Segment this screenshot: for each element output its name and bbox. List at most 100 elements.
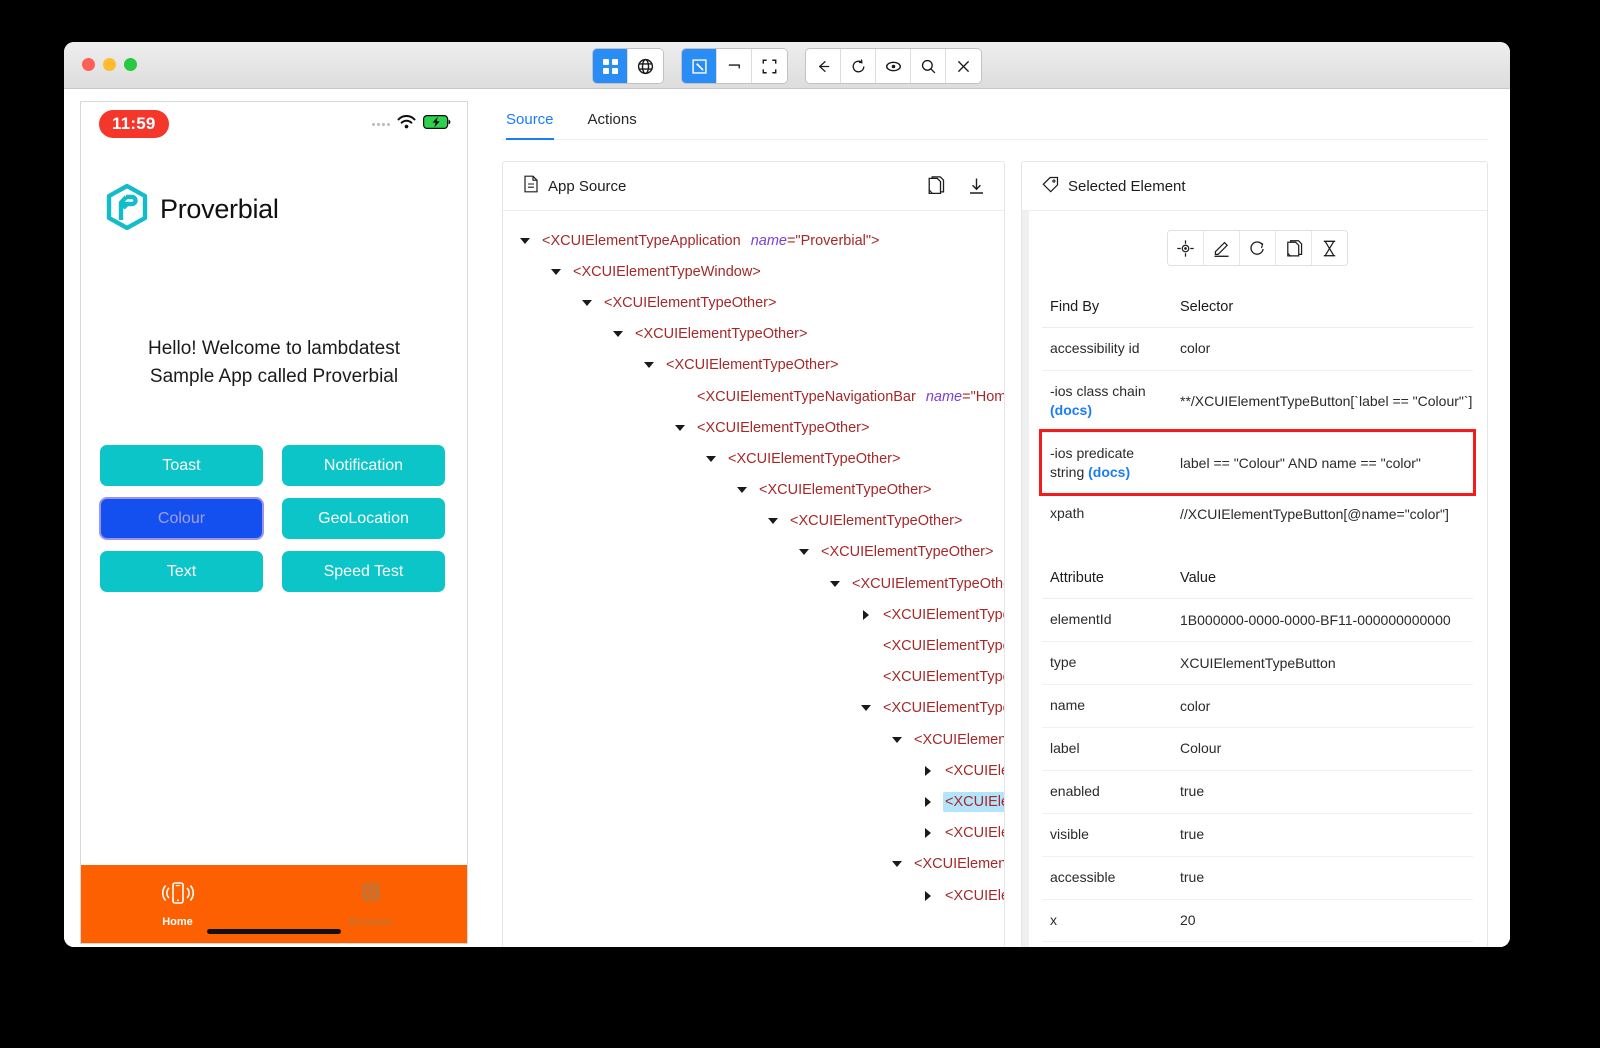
caret-down-icon[interactable]: [579, 300, 595, 306]
globe-icon[interactable]: [628, 49, 663, 83]
selected-element-title-group: Selected Element: [1042, 176, 1186, 197]
minimize-window-button[interactable]: [103, 58, 116, 71]
clear-icon[interactable]: [1240, 231, 1276, 265]
copy-icon[interactable]: [926, 176, 945, 196]
device-tabbar: Home Browser: [81, 865, 467, 943]
find-by-selector[interactable]: label == "Colour" AND name == "color": [1172, 432, 1473, 493]
app-button-geolocation[interactable]: GeoLocation: [282, 498, 445, 539]
caret-down-icon[interactable]: [796, 549, 812, 555]
close-window-button[interactable]: [82, 58, 95, 71]
caret-down-icon[interactable]: [548, 269, 564, 275]
tree-row[interactable]: <XCUIElementTypeOther>: [503, 599, 1004, 630]
find-by-selector[interactable]: color: [1172, 328, 1473, 371]
tree-row[interactable]: <XCUIElementTypeWindow>: [503, 256, 1004, 287]
attribute-row: enabledtrue: [1042, 770, 1473, 813]
app-button-toast[interactable]: Toast: [100, 445, 263, 486]
caret-right-icon[interactable]: [858, 610, 874, 620]
app-source-tree[interactable]: <XCUIElementTypeApplicationname="Proverb…: [503, 211, 1004, 947]
swipe-icon[interactable]: [717, 49, 752, 83]
get-timing-icon[interactable]: [1312, 231, 1347, 265]
eye-icon[interactable]: [876, 49, 911, 83]
selected-element-scrollbar[interactable]: [1022, 211, 1029, 947]
tree-row[interactable]: <XCUIElementTypeOther>: [503, 412, 1004, 443]
tree-row[interactable]: <XCUIElementTypeOther>: [503, 287, 1004, 318]
grid-view-icon[interactable]: [593, 49, 628, 83]
tab-actions[interactable]: Actions: [588, 111, 637, 139]
app-source-title: App Source: [548, 178, 626, 195]
tree-row[interactable]: <XCUIElementTypeOther>: [503, 537, 1004, 568]
app-button-notification[interactable]: Notification: [282, 445, 445, 486]
tree-row[interactable]: <XCUIElementTypeButton>: [503, 880, 1004, 911]
caret-right-icon[interactable]: [920, 891, 936, 901]
caret-down-icon[interactable]: [734, 487, 750, 493]
toolbar-group-interaction: [681, 48, 788, 84]
tree-row[interactable]: <XCUIElementTypeTextView>: [503, 630, 1004, 661]
caret-down-icon[interactable]: [610, 331, 626, 337]
close-icon[interactable]: [946, 49, 981, 83]
select-element-icon[interactable]: [682, 49, 717, 83]
tree-row[interactable]: <XCUIElementTypeButton>: [503, 818, 1004, 849]
copy-attributes-icon[interactable]: [1276, 231, 1312, 265]
download-icon[interactable]: [967, 176, 986, 196]
caret-down-icon[interactable]: [517, 238, 533, 244]
attribute-header-attribute: Attribute: [1042, 559, 1172, 599]
search-icon[interactable]: [911, 49, 946, 83]
caret-down-icon[interactable]: [703, 456, 719, 462]
app-button-speed-test[interactable]: Speed Test: [282, 551, 445, 592]
tree-row[interactable]: <XCUIElementTypeOther>: [503, 506, 1004, 537]
tree-row[interactable]: <XCUIElementTypeOther>: [503, 724, 1004, 755]
caret-down-icon[interactable]: [889, 861, 905, 867]
find-by-header-findby: Find By: [1042, 288, 1172, 328]
tree-row[interactable]: <XCUIElementTypeButton>: [503, 786, 1004, 817]
caret-down-icon[interactable]: [765, 518, 781, 524]
tree-row[interactable]: <XCUIElementTypeNavigationBarname="Home"…: [503, 381, 1004, 412]
caret-down-icon[interactable]: [641, 362, 657, 368]
caret-down-icon[interactable]: [827, 581, 843, 587]
attribute-value: Colour: [1172, 728, 1473, 771]
device-screen[interactable]: 11:59: [80, 101, 468, 944]
tree-row[interactable]: <XCUIElementTypeOther>: [503, 662, 1004, 693]
zoom-window-button[interactable]: [124, 58, 137, 71]
caret-right-icon[interactable]: [920, 797, 936, 807]
inspector-pane: Source Actions App Source: [484, 89, 1510, 947]
tree-row[interactable]: <XCUIElementTypeApplicationname="Proverb…: [503, 225, 1004, 256]
tree-row[interactable]: <XCUIElementTypeOther>: [503, 568, 1004, 599]
tree-row[interactable]: <XCUIElementTypeOther>: [503, 849, 1004, 880]
attribute-value: color: [1172, 685, 1473, 728]
caret-right-icon[interactable]: [920, 828, 936, 838]
device-mirror-pane: 11:59: [64, 89, 484, 947]
find-by-selector[interactable]: **/XCUIElementTypeButton[`label == "Colo…: [1172, 370, 1473, 432]
back-arrow-icon[interactable]: [806, 49, 841, 83]
app-button-colour[interactable]: Colour: [100, 498, 263, 539]
tree-row[interactable]: <XCUIElementTypeOther>: [503, 693, 1004, 724]
find-by-selector[interactable]: //XCUIElementTypeButton[@name="color"]: [1172, 493, 1473, 535]
caret-down-icon[interactable]: [889, 737, 905, 743]
tab-source[interactable]: Source: [506, 111, 554, 139]
tree-row[interactable]: <XCUIElementTypeOther>: [503, 319, 1004, 350]
caret-down-icon[interactable]: [672, 425, 688, 431]
inspector-tabs: Source Actions: [502, 89, 1488, 140]
caret-down-icon[interactable]: [858, 705, 874, 711]
docs-link[interactable]: (docs): [1088, 464, 1130, 480]
battery-charging-icon: [423, 115, 451, 134]
status-bar-indicators: [372, 115, 451, 134]
find-by-strategy: accessibility id: [1042, 328, 1172, 371]
refresh-icon[interactable]: [841, 49, 876, 83]
tree-row[interactable]: <XCUIElementTypeButton>: [503, 755, 1004, 786]
tree-node-attribute: name="Proverbial">: [749, 231, 882, 251]
tree-row[interactable]: <XCUIElementTypeOther>: [503, 443, 1004, 474]
attribute-row: typeXCUIElementTypeButton: [1042, 642, 1473, 685]
tree-row[interactable]: <XCUIElementTypeOther>: [503, 475, 1004, 506]
tree-node-tag: <XCUIElementTypeOther>: [881, 698, 1004, 718]
attribute-row: accessibletrue: [1042, 856, 1473, 899]
tree-row[interactable]: <XCUIElementTypeOther>: [503, 350, 1004, 381]
attribute-value: 472: [1172, 942, 1473, 947]
tap-by-coordinates-icon[interactable]: [752, 49, 787, 83]
send-keys-icon[interactable]: [1204, 231, 1240, 265]
app-button-text[interactable]: Text: [100, 551, 263, 592]
docs-link[interactable]: (docs): [1050, 402, 1092, 418]
tree-node-tag: <XCUIElementTypeOther>: [788, 511, 964, 531]
tap-icon[interactable]: [1168, 231, 1204, 265]
caret-right-icon[interactable]: [920, 766, 936, 776]
attribute-name: visible: [1042, 813, 1172, 856]
